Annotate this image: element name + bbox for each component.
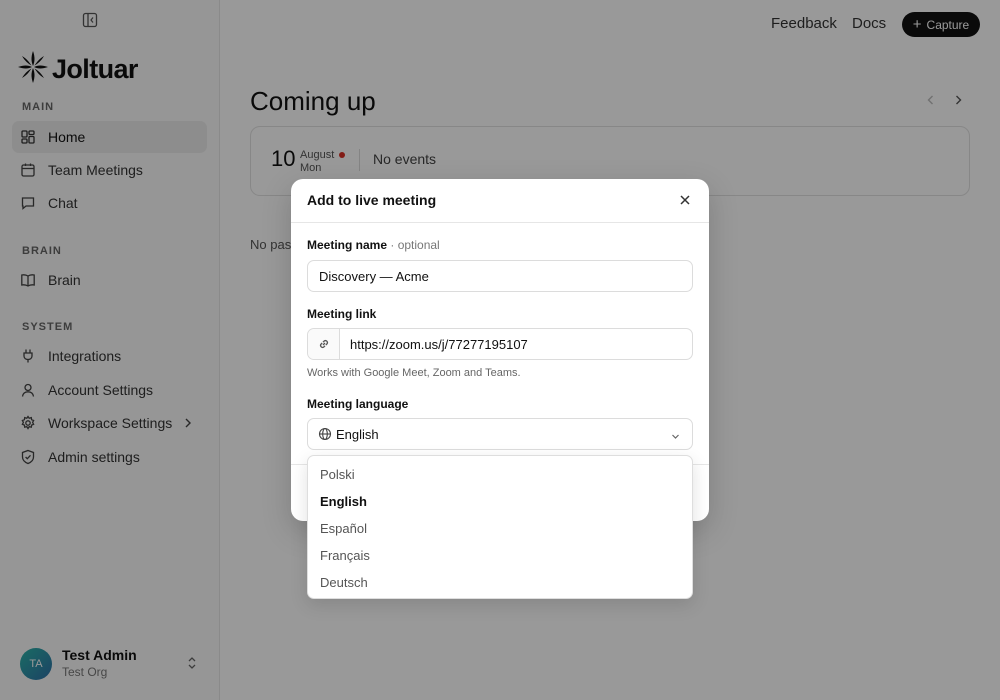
language-option-francais[interactable]: Français (308, 542, 692, 569)
link-icon (308, 329, 340, 359)
close-icon[interactable] (678, 193, 692, 207)
meeting-language-value: English (336, 427, 379, 442)
divider (291, 222, 709, 223)
optional-hint: · optional (390, 238, 440, 252)
language-dropdown: Polski English Español Français Deutsch (307, 455, 693, 599)
meeting-language-label: Meeting language (307, 397, 409, 411)
language-option-deutsch[interactable]: Deutsch (308, 569, 692, 596)
language-option-espanol[interactable]: Español (308, 515, 692, 542)
meeting-link-input[interactable]: https://zoom.us/j/77277195107 (307, 328, 693, 360)
globe-icon (318, 427, 332, 441)
meeting-name-label-text: Meeting name (307, 238, 388, 252)
meeting-link-label: Meeting link (307, 307, 377, 321)
meeting-language-select[interactable]: English (307, 418, 693, 450)
meeting-link-value: https://zoom.us/j/77277195107 (350, 337, 528, 352)
meeting-name-value: Discovery — Acme (319, 268, 429, 284)
language-option-english[interactable]: English (308, 488, 692, 515)
meeting-link-hint: Works with Google Meet, Zoom and Teams. (307, 367, 521, 379)
dialog-title: Add to live meeting (307, 192, 437, 208)
language-option-polski[interactable]: Polski (308, 461, 692, 488)
meeting-name-input[interactable]: Discovery — Acme (307, 260, 693, 292)
meeting-name-label: Meeting name · optional (307, 238, 440, 252)
chevron-down-icon (670, 429, 681, 440)
